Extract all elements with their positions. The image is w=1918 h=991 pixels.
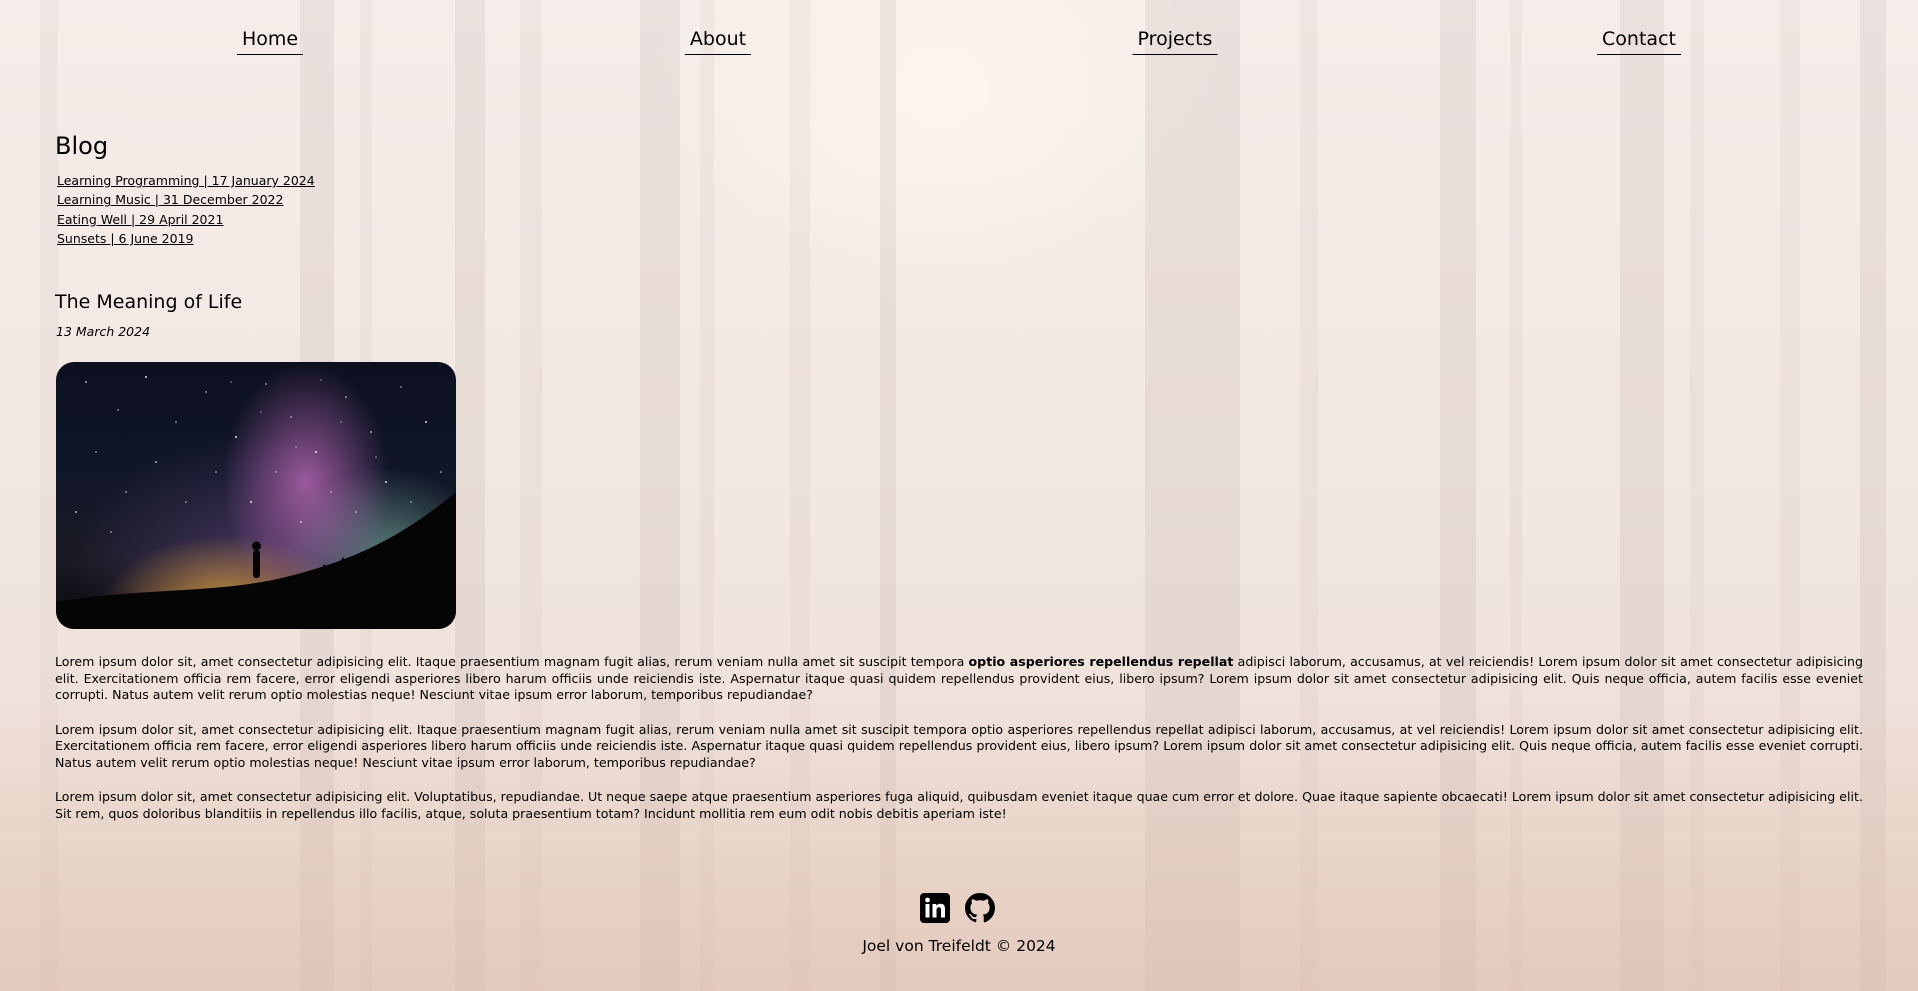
nav-home[interactable]: Home (236, 28, 304, 55)
footer-copyright: Joel von Treifeldt © 2024 (862, 937, 1056, 955)
list-item: Eating Well | 29 April 2021 (57, 210, 315, 229)
article-paragraph: Lorem ipsum dolor sit, amet consectetur … (55, 721, 1863, 770)
linkedin-icon[interactable] (919, 892, 951, 924)
blog-post-link[interactable]: Learning Music | 31 December 2022 (57, 192, 283, 207)
blog-post-link[interactable]: Eating Well | 29 April 2021 (57, 212, 223, 227)
article-title: The Meaning of Life (55, 291, 243, 313)
article-image (56, 362, 456, 629)
page: Home About Projects Contact Blog Learnin… (0, 0, 1918, 991)
nav-about[interactable]: About (684, 28, 752, 55)
article-date: 13 March 2024 (56, 324, 151, 339)
blog-post-list: Learning Programming | 17 January 2024 L… (57, 171, 315, 248)
blog-post-link[interactable]: Learning Programming | 17 January 2024 (57, 173, 315, 188)
milky-way-photo-icon (56, 376, 456, 629)
article-body: Lorem ipsum dolor sit, amet consectetur … (55, 654, 1863, 840)
blog-post-link[interactable]: Sunsets | 6 June 2019 (57, 231, 194, 246)
main-nav: Home About Projects Contact (0, 28, 1918, 60)
list-item: Learning Music | 31 December 2022 (57, 190, 315, 209)
article-paragraph: Lorem ipsum dolor sit, amet consectetur … (55, 654, 1863, 704)
list-item: Learning Programming | 17 January 2024 (57, 171, 315, 190)
github-icon[interactable] (964, 892, 996, 924)
paragraph-bold-text: optio asperiores repellendus repellat (968, 654, 1234, 669)
nav-projects[interactable]: Projects (1132, 28, 1218, 55)
list-item: Sunsets | 6 June 2019 (57, 229, 315, 248)
article-paragraph: Lorem ipsum dolor sit, amet consectetur … (55, 789, 1863, 821)
blog-heading: Blog (55, 132, 109, 160)
nav-contact[interactable]: Contact (1597, 28, 1681, 55)
paragraph-text: Lorem ipsum dolor sit, amet consectetur … (55, 654, 969, 669)
